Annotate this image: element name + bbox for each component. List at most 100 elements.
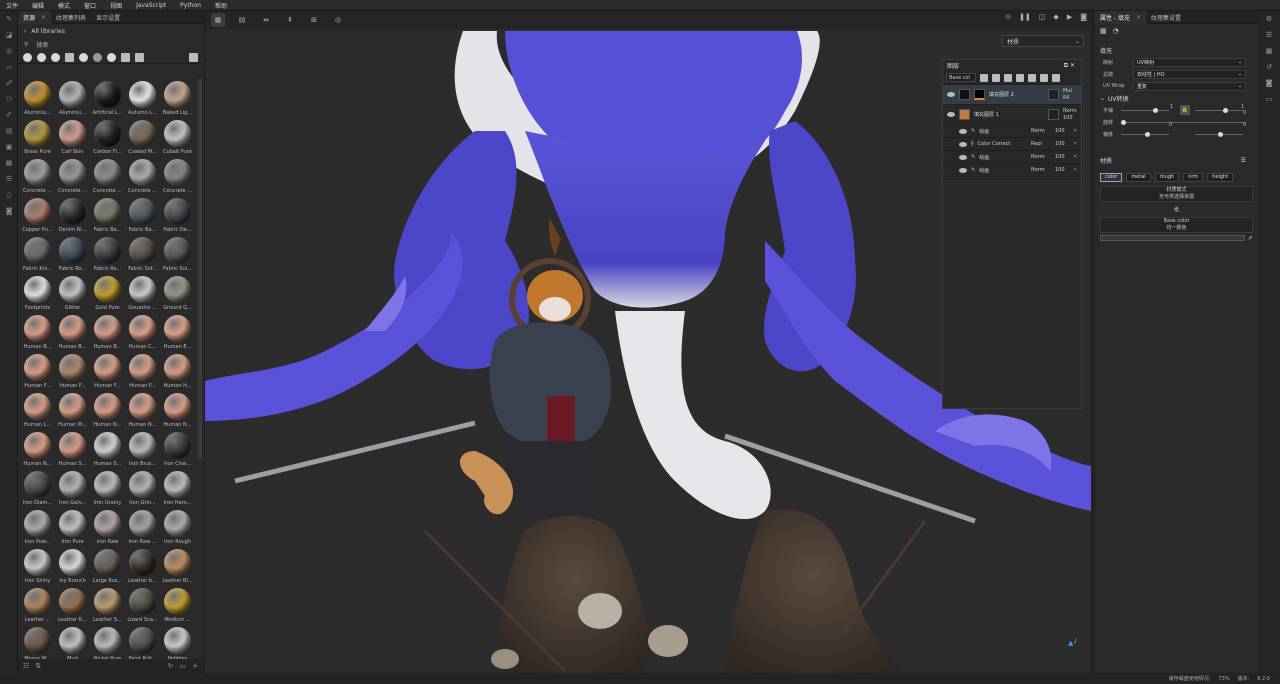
material-thumbnail[interactable]: Footprints bbox=[20, 274, 55, 313]
material-thumbnail[interactable]: Human F... bbox=[55, 352, 90, 391]
material-thumbnail[interactable]: Aluminiu... bbox=[20, 79, 55, 118]
material-thumbnail[interactable]: Glitter bbox=[55, 274, 90, 313]
chip-height[interactable]: height bbox=[1207, 172, 1234, 182]
material-thumbnail[interactable]: Iron Rough bbox=[160, 508, 195, 547]
close-icon[interactable]: ✕ bbox=[1073, 154, 1081, 160]
add-effect-icon[interactable] bbox=[980, 73, 988, 82]
visibility-eye-icon[interactable] bbox=[959, 141, 967, 147]
material-select[interactable]: 材质 ⌄ bbox=[1002, 35, 1084, 47]
material-thumbnail[interactable]: Iron Pow... bbox=[20, 508, 55, 547]
pause-icon[interactable]: ❚❚ bbox=[1019, 13, 1031, 21]
assets-icon[interactable]: ▣ bbox=[0, 139, 18, 155]
lock-icon[interactable]: 🔒 bbox=[1180, 105, 1190, 115]
offset-slider[interactable]: 偏移 0 0 bbox=[1095, 122, 1258, 140]
material-thumbnail[interactable]: Leather S... bbox=[90, 586, 125, 625]
material-thumbnail[interactable]: Human N... bbox=[125, 391, 160, 430]
material-thumbnail[interactable]: Nickel Pure bbox=[90, 625, 125, 659]
mapping-dropdown[interactable]: UV映射 ⌄ bbox=[1133, 57, 1246, 67]
add-icon[interactable]: + bbox=[192, 662, 198, 670]
visibility-eye-icon[interactable] bbox=[947, 92, 955, 97]
add-paint-layer-icon[interactable] bbox=[1004, 73, 1012, 82]
filter-textures-icon[interactable] bbox=[79, 52, 88, 62]
material-thumbnail[interactable]: Paint Roll... bbox=[125, 625, 160, 659]
material-thumbnail[interactable]: Fabric De... bbox=[160, 196, 195, 235]
sublayer-row[interactable]: ✎ 绘画 Norm 100 ✕ bbox=[943, 151, 1081, 164]
material-thumbnail[interactable]: Carbon Fi... bbox=[90, 118, 125, 157]
menu-file[interactable]: 文件 bbox=[6, 1, 18, 10]
material-thumbnail[interactable]: Iron Grin... bbox=[125, 469, 160, 508]
uv-transform-header[interactable]: ⌄ UV转换 bbox=[1095, 92, 1258, 104]
menu-view[interactable]: 视图 bbox=[110, 1, 122, 10]
asset-scrollbar[interactable] bbox=[198, 79, 202, 459]
filter-alphas-icon[interactable] bbox=[121, 52, 130, 62]
color-picker-icon[interactable]: ✐ bbox=[0, 107, 18, 123]
material-thumbnail[interactable]: Fabric Sof... bbox=[125, 235, 160, 274]
frame-icon[interactable]: ⊞ bbox=[307, 13, 321, 27]
close-icon[interactable]: ✕ bbox=[41, 14, 46, 21]
material-thumbnail[interactable]: Fabric Kni... bbox=[20, 235, 55, 274]
bake-icon[interactable]: ▤ bbox=[0, 123, 18, 139]
close-icon[interactable]: ✕ bbox=[1073, 141, 1081, 147]
align-icon[interactable]: ⇞ bbox=[283, 13, 297, 27]
material-thumbnail[interactable]: Mossy W... bbox=[20, 625, 55, 659]
close-icon[interactable]: ✕ bbox=[1136, 14, 1141, 21]
chip-metal[interactable]: metal bbox=[1126, 172, 1151, 182]
material-thumbnail[interactable]: Concrete ... bbox=[90, 157, 125, 196]
scale-slider[interactable]: 平铺 1 🔒 1 bbox=[1095, 104, 1258, 116]
settings-icon[interactable]: ⚙ bbox=[1258, 11, 1280, 27]
layer-row[interactable]: 填充图层 2 Mul 64 bbox=[943, 85, 1081, 105]
material-thumbnail[interactable]: Human L... bbox=[20, 391, 55, 430]
material-thumbnail[interactable]: Iron Pure bbox=[55, 508, 90, 547]
screenshot-icon[interactable]: ◙ bbox=[1080, 13, 1087, 21]
sublayer-opacity[interactable]: 100 bbox=[1055, 167, 1069, 173]
tab-texture-set-settings[interactable]: 纹理集设置 bbox=[1146, 11, 1186, 24]
filter-filters-icon[interactable] bbox=[135, 52, 144, 62]
sublayer-row[interactable]: ✎ 绘画 Norm 100 ✕ bbox=[943, 164, 1081, 177]
add-folder-icon[interactable] bbox=[1028, 73, 1036, 82]
material-thumbnail[interactable]: Fabric Ba... bbox=[90, 196, 125, 235]
material-thumbnail[interactable]: Pebbles bbox=[160, 625, 195, 659]
material-thumbnail[interactable]: Human H... bbox=[160, 352, 195, 391]
shelf-icon[interactable]: ▦ bbox=[1258, 43, 1280, 59]
material-thumbnail[interactable]: Iron Diam... bbox=[20, 469, 55, 508]
material-thumbnail[interactable]: Iron Galv... bbox=[55, 469, 90, 508]
eraser-icon[interactable]: ◪ bbox=[0, 27, 18, 43]
visibility-eye-icon[interactable] bbox=[959, 167, 967, 173]
material-thumbnail[interactable]: Human E... bbox=[160, 313, 195, 352]
material-thumbnail[interactable]: Human M... bbox=[55, 391, 90, 430]
smudge-icon[interactable]: ☍ bbox=[0, 75, 18, 91]
camera-icon[interactable]: ◙ bbox=[0, 203, 18, 219]
display-icon[interactable]: ▭ bbox=[1258, 91, 1280, 107]
refresh-icon[interactable]: ↻ bbox=[168, 662, 174, 670]
menu-window[interactable]: 窗口 bbox=[84, 1, 96, 10]
layer-blend[interactable]: Mul 64 bbox=[1063, 88, 1081, 102]
sublayer-blend[interactable]: Norm bbox=[1031, 167, 1051, 173]
material-thumbnail[interactable]: Leather Bl... bbox=[160, 547, 195, 586]
material-thumbnail[interactable]: Iron Shiny bbox=[20, 547, 55, 586]
projection-icon[interactable]: ◎ bbox=[0, 43, 18, 59]
material-thumbnail[interactable]: Human B... bbox=[90, 313, 125, 352]
material-thumbnail[interactable]: Lizard Sca... bbox=[125, 586, 160, 625]
sublayer-blend[interactable]: Norm bbox=[1031, 154, 1051, 160]
material-thumbnail[interactable]: Leather b... bbox=[125, 547, 160, 586]
material-thumbnail[interactable]: Human B... bbox=[20, 313, 55, 352]
material-thumbnail[interactable]: Cobalt Pure bbox=[160, 118, 195, 157]
material-thumbnail[interactable]: Large Rus... bbox=[90, 547, 125, 586]
search-bar[interactable]: ⚲ 搜索 bbox=[18, 38, 204, 51]
material-thumbnail[interactable]: Human N... bbox=[160, 391, 195, 430]
material-thumbnail[interactable]: Leather R... bbox=[55, 586, 90, 625]
viewport[interactable]: ▦ ▤ ⇹ ⇞ ⊞ ◎ ⊙ ❚❚ ◫ ◆ ▶ ◙ 材质 ⌄ 图层 ⧉ ✕ Bas… bbox=[205, 11, 1091, 673]
material-thumbnail[interactable]: Iron Raw bbox=[90, 508, 125, 547]
layer-blend[interactable]: Norm 100 bbox=[1063, 108, 1081, 122]
material-thumbnail[interactable]: Concrete ... bbox=[20, 157, 55, 196]
video-icon[interactable]: ▶ bbox=[1067, 13, 1072, 21]
material-thumbnail[interactable]: Concrete ... bbox=[125, 157, 160, 196]
filter-smart-materials-icon[interactable] bbox=[37, 52, 46, 62]
filter-materials-icon[interactable] bbox=[51, 52, 60, 62]
layers-stack-icon[interactable]: ☰ bbox=[1258, 27, 1280, 43]
visibility-eye-icon[interactable] bbox=[959, 128, 967, 134]
channel-select[interactable]: Base col bbox=[946, 73, 976, 82]
filter-all-icon[interactable] bbox=[23, 52, 32, 62]
material-thumbnail[interactable]: Human N... bbox=[90, 391, 125, 430]
filter-smart-masks-icon[interactable] bbox=[65, 52, 74, 62]
